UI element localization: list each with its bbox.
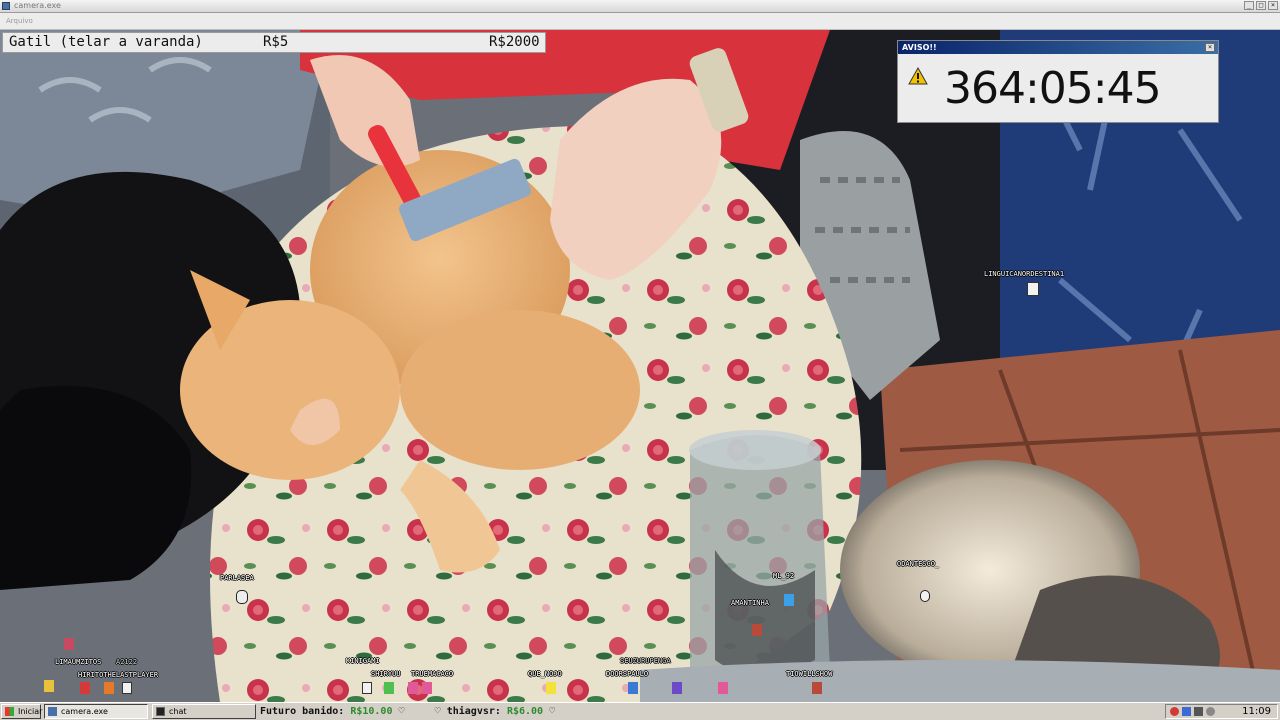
aviso-dialog: AVISO!! × 364:05:45 [897, 40, 1219, 123]
chat-app-icon [156, 707, 165, 716]
heart-icon: ♡ [549, 706, 556, 717]
goal-current: R$5 [263, 34, 289, 50]
chat-username: seuzurupenga [620, 657, 671, 665]
window-title: camera.exe [14, 1, 61, 10]
maximize-button[interactable]: □ [1256, 1, 1266, 10]
start-button[interactable]: Iniciar [1, 704, 43, 719]
ticker-amount: R$6.00 [506, 706, 544, 717]
camera-feed: linguicanordestina1 parlasea limaumzitos… [0, 30, 1280, 702]
ticker-user: thiagvsr: [446, 706, 501, 717]
ticker-amount: R$10.00 [350, 706, 393, 717]
countdown-timer: 364:05:45 [944, 63, 1162, 114]
chat-username: limaumzitos [55, 658, 102, 666]
network-icon[interactable] [1182, 707, 1191, 716]
user-avatar [80, 682, 90, 694]
user-avatar [408, 682, 418, 694]
chat-username: linguicanordestina1 [984, 270, 1065, 278]
chat-username: hiritothelastplayer [78, 671, 159, 679]
user-avatar [784, 594, 794, 606]
chat-username: que_nojo [528, 670, 562, 678]
heart-icon: ♡ [434, 706, 441, 717]
user-avatar [64, 638, 74, 650]
chat-username: tiowillshow [786, 670, 833, 678]
ticker-user: Futuro banido: [260, 706, 345, 717]
taskbar-window-label: chat [169, 707, 187, 716]
user-avatar [236, 590, 248, 604]
aviso-close-button[interactable]: × [1205, 43, 1215, 52]
donation-goal-bar: Gatil (telar a varanda) R$5 R$2000 [2, 32, 546, 53]
goal-title: Gatil (telar a varanda) [9, 34, 203, 50]
taskbar-window-label: camera.exe [61, 707, 108, 716]
chat-username: parlasea [220, 574, 254, 582]
donation-ticker: Futuro banido: R$10.00 ♡ ♡ thiagvsr: R$6… [260, 703, 555, 720]
warning-icon [908, 67, 928, 85]
menu-arquivo[interactable]: Arquivo [6, 13, 33, 29]
app-icon [2, 2, 10, 10]
user-avatar [546, 682, 556, 694]
user-avatar [920, 590, 930, 602]
chat-username: kinigami [346, 657, 380, 665]
menu-bar: Arquivo [0, 13, 1280, 30]
chat-username: doorspaulo [606, 670, 649, 678]
user-avatar [628, 682, 638, 694]
chat-username: odantesco_ [897, 560, 940, 568]
window-titlebar: camera.exe _ □ × [0, 0, 1280, 13]
camera-scene [0, 30, 1280, 702]
user-avatar [1027, 282, 1039, 296]
close-button[interactable]: × [1268, 1, 1278, 10]
settings-icon[interactable] [1206, 707, 1215, 716]
taskbar-window-chat[interactable]: chat [152, 704, 256, 719]
chat-username: amantinha [731, 599, 769, 607]
taskbar: Iniciar camera.exe chat Futuro banido: R… [0, 702, 1280, 720]
user-avatar [104, 682, 114, 694]
record-icon[interactable] [1170, 707, 1179, 716]
aviso-titlebar: AVISO!! [898, 41, 1218, 54]
chat-username: a2122 [116, 658, 138, 666]
user-avatar [672, 682, 682, 694]
windows-logo-icon [5, 707, 14, 716]
user-avatar [362, 682, 372, 694]
start-label: Iniciar [18, 707, 43, 716]
volume-icon[interactable] [1194, 707, 1203, 716]
user-avatar [44, 680, 54, 692]
camera-app-icon [48, 707, 57, 716]
user-avatar [718, 682, 728, 694]
system-tray: 11:09 [1165, 704, 1278, 719]
heart-icon: ♡ [398, 706, 405, 717]
minimize-button[interactable]: _ [1244, 1, 1254, 10]
goal-target: R$2000 [489, 34, 540, 50]
chat-username: truemacaco [411, 670, 454, 678]
user-avatar [122, 682, 132, 694]
aviso-title: AVISO!! [902, 43, 937, 52]
chat-username: ml_92 [773, 572, 795, 580]
user-avatar [422, 682, 432, 694]
user-avatar [752, 624, 762, 636]
chat-username: shiryuu [371, 670, 401, 678]
clock: 11:09 [1242, 706, 1271, 717]
user-avatar [384, 682, 394, 694]
taskbar-window-camera[interactable]: camera.exe [44, 704, 148, 719]
user-avatar [812, 682, 822, 694]
